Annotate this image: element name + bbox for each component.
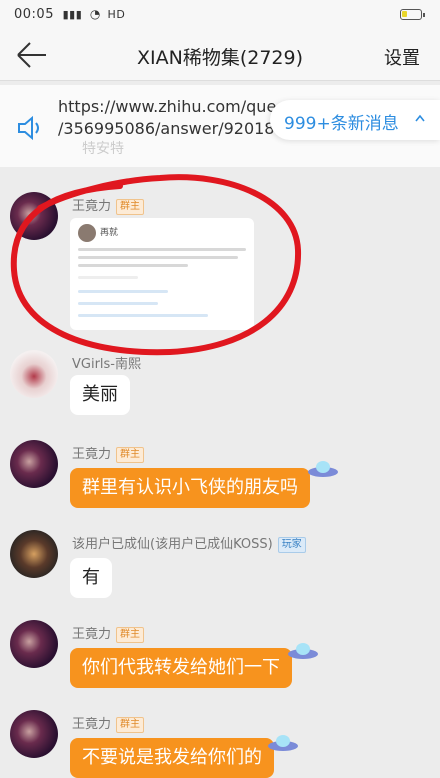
ufo-icon — [288, 643, 318, 659]
sender-name: 王竟力 群主 — [72, 443, 145, 463]
avatar[interactable] — [10, 350, 58, 398]
image-sender: 再就 — [100, 228, 119, 238]
status-time: 00:05 ▮▮▮ ◔ HD — [14, 7, 126, 22]
avatar[interactable] — [10, 710, 58, 758]
avatar[interactable] — [10, 530, 58, 578]
sender-name: 该用户已成仙(该用户已成仙KOSS) 玩家 — [72, 533, 306, 553]
ufo-icon — [268, 735, 298, 751]
network-type: HD — [107, 8, 126, 21]
owner-badge: 群主 — [116, 199, 145, 215]
image-message[interactable]: 再就 — [70, 218, 254, 330]
message-bubble[interactable]: 群里有认识小飞侠的朋友吗 — [70, 468, 310, 508]
avatar — [78, 224, 96, 242]
owner-badge: 群主 — [116, 447, 145, 463]
faded-text: 特安特 — [82, 141, 124, 157]
sender-name: 王竟力 群主 — [72, 713, 145, 733]
text-line — [78, 314, 208, 317]
text-line — [78, 302, 158, 305]
battery-icon — [400, 9, 425, 20]
sender-name: 王竟力 群主 — [72, 623, 145, 643]
message-bubble[interactable]: 有 — [70, 558, 112, 598]
owner-badge: 群主 — [116, 627, 145, 643]
avatar[interactable] — [10, 440, 58, 488]
ufo-icon — [308, 461, 338, 477]
text-line — [78, 248, 246, 251]
message-bubble[interactable]: 你们代我转发给她们一下 — [70, 648, 292, 688]
signal-icon: ▮▮▮ — [62, 8, 83, 21]
unread-label: 999+条新消息 — [284, 114, 399, 134]
settings-button[interactable]: 设置 — [384, 44, 420, 70]
owner-badge: 群主 — [116, 717, 145, 733]
message-bubble[interactable]: 美丽 — [70, 375, 130, 415]
sender-name: 王竟力 群主 — [72, 195, 145, 215]
unread-messages-button[interactable]: 999+条新消息 — [270, 100, 440, 140]
status-bar: 00:05 ▮▮▮ ◔ HD — [0, 0, 440, 30]
speaker-icon — [18, 115, 39, 141]
chevron-up-icon — [415, 114, 425, 122]
avatar[interactable] — [10, 620, 58, 668]
link-url[interactable]: https://www.zhihu.com/que /356995086/ans… — [58, 96, 276, 140]
message-bubble[interactable]: 不要说是我发给你们的 — [70, 738, 274, 778]
nav-bar: XIAN稀物集(2729) 设置 — [0, 30, 440, 81]
wifi-icon: ◔ — [89, 7, 101, 21]
page-title: XIAN稀物集(2729) — [136, 47, 303, 69]
member-badge: 玩家 — [277, 537, 306, 553]
text-line — [78, 264, 188, 267]
battery-level — [402, 11, 408, 17]
sender-name: VGirls-南熙 — [72, 357, 141, 372]
text-line — [78, 290, 168, 293]
avatar[interactable] — [10, 192, 58, 240]
text-line — [78, 276, 138, 279]
text-line — [78, 256, 238, 259]
